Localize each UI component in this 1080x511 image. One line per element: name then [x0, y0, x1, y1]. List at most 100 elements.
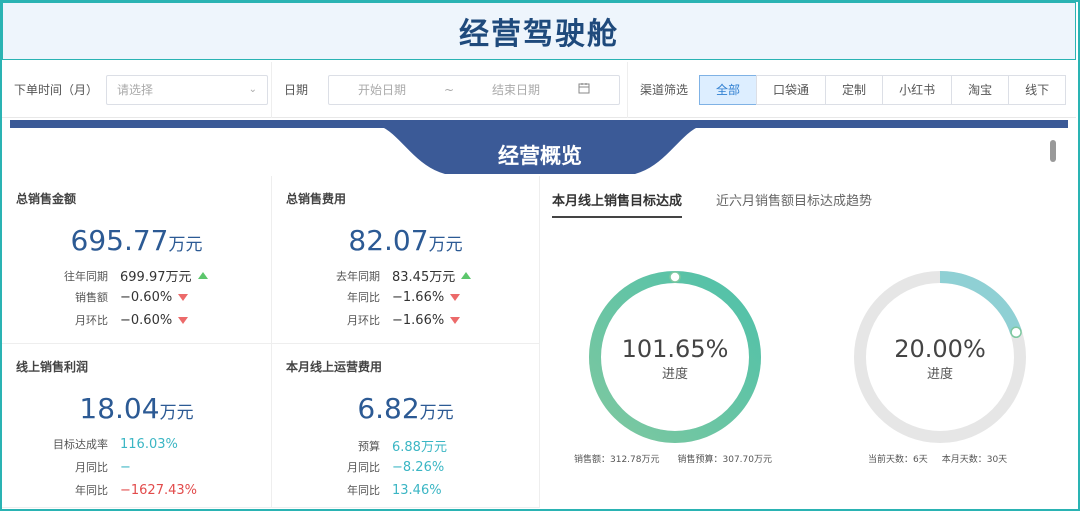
row-label: 月同比 — [75, 461, 108, 474]
channel-button[interactable]: 口袋通 — [756, 74, 827, 105]
trend-down-icon — [450, 293, 461, 301]
card-value-unit: 万元 — [428, 235, 463, 255]
gauge-knob — [669, 271, 681, 283]
filter-bar: 下单时间（月） 请选择 ⌄ 日期 开始日期 ~ 结束日期 渠道筛选 全部 口袋通定… — [2, 61, 1076, 118]
order-time-filter: 下单时间（月） 请选择 ⌄ — [2, 61, 272, 118]
row-label: 目标达成率 — [53, 438, 108, 451]
gauge-center: 20.00% 进度 — [848, 335, 1032, 382]
channel-filter: 渠道筛选 全部 口袋通 定制 小红书 淘宝 线下 — [628, 62, 1067, 118]
row-label: 年同比 — [347, 484, 380, 497]
trend-down-icon — [450, 316, 461, 324]
row-value: 13.46% — [392, 482, 442, 498]
row-value: −1.66% — [392, 289, 445, 305]
row-label: 往年同期 — [64, 269, 108, 283]
card-row: 年同比 −1.66% — [316, 289, 461, 305]
trend-down-icon — [178, 293, 189, 301]
row-value: 83.45万元 — [392, 270, 456, 285]
card-value-unit: 万元 — [168, 235, 203, 255]
row-value: 699.97万元 — [120, 270, 192, 285]
metric-card: 本月线上运营费用 6.82万元预算 6.88万元 月同比 −8.26% 年同比 13.46… — [272, 344, 540, 508]
card-value: 82.07万元 — [272, 224, 539, 257]
section-title: 经营概览 — [498, 144, 582, 168]
date-range-input[interactable]: 开始日期 ~ 结束日期 — [328, 74, 621, 105]
channel-button[interactable]: 定制 — [825, 74, 884, 105]
card-row: 预算 6.88万元 — [316, 436, 447, 456]
row-value: −8.26% — [392, 459, 445, 475]
row-value: 116.03% — [120, 436, 178, 452]
date-label: 日期 — [284, 83, 309, 97]
channel-button[interactable]: 线下 — [1008, 74, 1067, 105]
page-title: 经营驾驶舱 — [459, 17, 619, 52]
channel-label: 渠道筛选 — [640, 83, 689, 97]
order-time-placeholder: 请选择 — [117, 83, 154, 97]
gauge-foot-right: 本月天数：30天 — [941, 455, 1008, 465]
row-value: −1627.43% — [120, 482, 198, 498]
calendar-icon — [578, 82, 590, 97]
card-row: 去年同期 83.45万元 — [316, 266, 472, 285]
progress-gauge: 101.65% 进度 — [583, 265, 767, 449]
date-filter: 日期 开始日期 ~ 结束日期 — [272, 61, 628, 118]
card-row: 销售额 −0.60% — [44, 289, 189, 305]
card-value: 6.82万元 — [272, 392, 539, 425]
gauge-footer: 当前天数：6天 本月天数：30天 — [868, 452, 1007, 465]
row-value: −1.66% — [392, 312, 445, 328]
tab-six-month-trend[interactable]: 近六月销售额目标达成趋势 — [716, 190, 872, 218]
card-value-number: 6.82 — [357, 392, 420, 425]
trend-up-icon — [461, 272, 472, 279]
channel-button[interactable]: 全部 — [699, 74, 758, 105]
order-time-label: 下单时间（月） — [14, 83, 99, 97]
card-title: 本月线上运营费用 — [286, 360, 383, 374]
card-title: 总销售费用 — [286, 192, 347, 206]
gauge-center: 101.65% 进度 — [583, 335, 767, 382]
tab-monthly-target[interactable]: 本月线上销售目标达成 — [552, 190, 683, 218]
metric-card: 总销售金额 695.77万元往年同期 699.97万元 销售额 −0.60% 月环比 −0… — [2, 176, 272, 344]
order-time-select[interactable]: 请选择 ⌄ — [106, 74, 269, 105]
progress-gauge: 20.00% 进度 — [848, 265, 1032, 449]
trend-up-icon — [197, 272, 208, 279]
row-value: −0.60% — [120, 312, 173, 328]
date-end-placeholder: 结束日期 — [492, 83, 541, 97]
card-row: 往年同期 699.97万元 — [44, 266, 208, 285]
row-label: 预算 — [358, 439, 380, 453]
card-value-unit: 万元 — [419, 403, 454, 423]
gauge-label: 进度 — [926, 367, 953, 382]
card-row: 月同比 −8.26% — [316, 459, 444, 475]
row-label: 月环比 — [347, 314, 380, 327]
gauge-label: 进度 — [661, 367, 688, 382]
row-value: −0.60% — [120, 289, 173, 305]
gauge-foot-right: 销售预算：307.70万元 — [677, 455, 773, 465]
right-tabs: 本月线上销售目标达成 近六月销售额目标达成趋势 — [552, 190, 906, 218]
row-label: 去年同期 — [336, 269, 380, 283]
card-title: 总销售金额 — [16, 192, 77, 206]
card-row: 年同比 −1627.43% — [44, 482, 197, 498]
channel-button[interactable]: 小红书 — [882, 74, 953, 105]
card-value-number: 18.04 — [79, 392, 160, 425]
metric-card: 线上销售利润 18.04万元目标达成率 116.03% 月同比 − 年同比 −1627.4… — [2, 344, 272, 508]
date-start-placeholder: 开始日期 — [358, 83, 407, 97]
chevron-down-icon: ⌄ — [248, 84, 258, 95]
row-label: 销售额 — [75, 291, 108, 304]
gauge-footer: 销售额：312.78万元 销售预算：307.70万元 — [574, 452, 772, 465]
card-value-unit: 万元 — [159, 403, 194, 423]
channel-button[interactable]: 淘宝 — [951, 74, 1010, 105]
row-label: 月同比 — [347, 461, 380, 474]
channel-buttons: 全部 口袋通 定制 小红书 淘宝 线下 — [699, 74, 1067, 105]
row-value: 6.88万元 — [392, 440, 447, 455]
trend-down-icon — [178, 316, 189, 324]
card-value-number: 82.07 — [348, 224, 429, 257]
gauge-value: 101.65% — [621, 335, 729, 363]
card-value: 695.77万元 — [2, 224, 271, 257]
row-label: 月环比 — [75, 314, 108, 327]
card-row: 月同比 − — [44, 459, 131, 475]
gauge-value: 20.00% — [894, 335, 986, 363]
metric-card: 总销售费用 82.07万元去年同期 83.45万元年同比 −1.66% 月环比 −1.6… — [272, 176, 540, 344]
card-title: 线上销售利润 — [16, 360, 89, 374]
scrollbar-thumb[interactable] — [1050, 140, 1056, 162]
card-value-number: 695.77 — [70, 224, 169, 257]
card-value: 18.04万元 — [2, 392, 271, 425]
row-label: 年同比 — [75, 484, 108, 497]
card-row: 月环比 −0.60% — [44, 312, 189, 328]
title-bar: 经营驾驶舱 — [2, 2, 1076, 60]
gauge-foot-left: 当前天数：6天 — [868, 455, 928, 465]
gauge-foot-left: 销售额：312.78万元 — [574, 455, 660, 465]
